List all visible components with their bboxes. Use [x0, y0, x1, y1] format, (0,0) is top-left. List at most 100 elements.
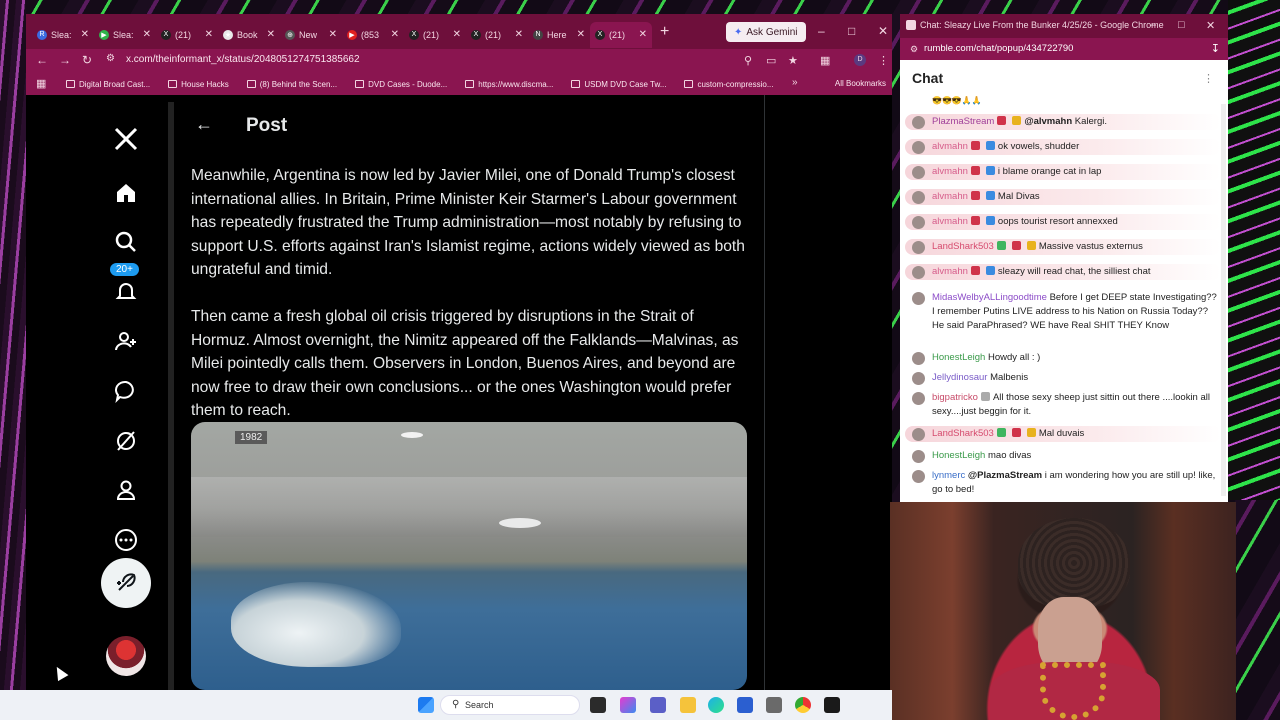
settings-app-icon[interactable]	[766, 697, 782, 713]
browser-tab[interactable]: X (21) ✕	[590, 21, 652, 48]
chat-minimize-icon[interactable]: –	[1150, 19, 1156, 31]
tab-close-icon[interactable]: ✕	[81, 29, 89, 40]
nav-scrollbar[interactable]	[168, 102, 174, 690]
reload-icon[interactable]: ↻	[82, 53, 92, 67]
obs-app-icon[interactable]	[824, 697, 840, 713]
chat-scrollbar[interactable]	[1221, 104, 1226, 496]
chat-username[interactable]: alvmahn	[932, 216, 968, 227]
browser-tab[interactable]: N Here ✕	[528, 22, 590, 48]
user-avatar[interactable]	[912, 392, 925, 405]
user-avatar[interactable]	[912, 450, 925, 463]
browser-tab[interactable]: X (21) ✕	[404, 22, 466, 48]
messages-icon[interactable]	[102, 371, 150, 411]
teams-icon[interactable]	[650, 697, 666, 713]
file-explorer-icon[interactable]	[680, 697, 696, 713]
site-info-icon[interactable]: ⚙	[910, 44, 918, 55]
bookmark-item[interactable]: House Hacks	[168, 80, 229, 89]
maximize-icon[interactable]: □	[848, 24, 855, 38]
user-avatar[interactable]	[912, 428, 925, 441]
chat-mention[interactable]: @PlazmaStream	[968, 470, 1042, 481]
browser-tab[interactable]: ▶ Slea: ✕	[94, 22, 156, 48]
tab-close-icon[interactable]: ✕	[453, 29, 461, 40]
user-avatar[interactable]	[912, 191, 925, 204]
close-icon[interactable]: ✕	[878, 24, 888, 38]
edge-icon[interactable]	[708, 697, 724, 713]
start-menu-icon[interactable]	[418, 697, 434, 713]
grok-icon[interactable]	[102, 421, 150, 461]
task-view-icon[interactable]	[590, 697, 606, 713]
chat-username[interactable]: Jellydinosaur	[932, 372, 987, 383]
taskbar-search[interactable]: Search	[440, 695, 580, 715]
tab-close-icon[interactable]: ✕	[577, 29, 585, 40]
user-avatar[interactable]	[912, 352, 925, 365]
chat-username[interactable]: HonestLeigh	[932, 352, 985, 363]
tab-close-icon[interactable]: ✕	[515, 29, 523, 40]
tab-close-icon[interactable]: ✕	[205, 29, 213, 40]
forward-arrow-icon[interactable]: →	[59, 53, 71, 67]
browser-tab[interactable]: R Slea: ✕	[32, 22, 94, 48]
chat-username[interactable]: LandShark503	[932, 428, 994, 439]
follow-people-icon[interactable]	[102, 321, 150, 361]
browser-tab[interactable]: X (21) ✕	[156, 22, 218, 48]
bookmark-item[interactable]: USDM DVD Case Tw...	[571, 80, 666, 89]
bookmark-item[interactable]: (8) Behind the Scen...	[246, 80, 337, 89]
browser-tab[interactable]: ⊕ New ✕	[280, 22, 342, 48]
url-field[interactable]: x.com/theinformant_x/status/204805127475…	[126, 54, 360, 65]
tab-close-icon[interactable]: ✕	[391, 29, 399, 40]
browser-tab[interactable]: X (21) ✕	[466, 22, 528, 48]
profile-icon[interactable]	[102, 470, 150, 510]
download-icon[interactable]: ↧	[1211, 42, 1220, 55]
chat-username[interactable]: bigpatricko	[932, 392, 978, 403]
chrome-icon[interactable]	[795, 697, 811, 713]
profile-avatar[interactable]: D	[854, 54, 866, 66]
zoom-icon[interactable]: ⚲	[744, 54, 752, 67]
search-icon[interactable]	[102, 222, 150, 262]
user-avatar[interactable]	[912, 216, 925, 229]
chat-username[interactable]: alvmahn	[932, 266, 968, 277]
bookmark-item[interactable]: Digital Broad Cast...	[66, 80, 150, 89]
bookmark-item[interactable]: https://www.discma...	[465, 80, 553, 89]
chat-username[interactable]: lynmerc	[932, 470, 965, 481]
user-avatar[interactable]	[912, 166, 925, 179]
compose-post-button[interactable]	[101, 558, 151, 608]
more-bookmarks-icon[interactable]: »	[792, 77, 798, 88]
back-arrow-icon[interactable]: ←	[36, 53, 48, 67]
chat-username[interactable]: PlazmaStream	[932, 116, 994, 127]
chat-mention[interactable]: @alvmahn	[1024, 116, 1072, 127]
user-avatar[interactable]	[912, 241, 925, 254]
extension-icon[interactable]: ▦	[820, 54, 830, 67]
chat-username[interactable]: LandShark503	[932, 241, 994, 252]
chat-username[interactable]: alvmahn	[932, 191, 968, 202]
more-options-icon[interactable]	[102, 520, 150, 560]
menu-kebab-icon[interactable]: ⋮	[878, 54, 889, 67]
copilot-icon[interactable]	[620, 697, 636, 713]
tab-close-icon[interactable]: ✕	[143, 29, 151, 40]
store-icon[interactable]	[737, 697, 753, 713]
cast-icon[interactable]: ▭	[766, 54, 776, 67]
user-avatar[interactable]	[912, 116, 925, 129]
chat-menu-icon[interactable]: ⋮	[1203, 72, 1214, 85]
all-bookmarks-link[interactable]: All Bookmarks	[835, 79, 886, 88]
apps-grid-icon[interactable]: ▦	[36, 77, 46, 90]
user-avatar[interactable]	[912, 266, 925, 279]
chat-url[interactable]: rumble.com/chat/popup/434722790	[900, 38, 1228, 60]
ask-gemini-button[interactable]: ✦ Ask Gemini	[726, 22, 806, 42]
browser-tab[interactable]: ★ Book ✕	[218, 22, 280, 48]
user-avatar[interactable]	[912, 292, 925, 305]
chat-username[interactable]: HonestLeigh	[932, 450, 985, 461]
new-tab-button[interactable]: +	[660, 23, 669, 41]
post-video[interactable]: 1982	[191, 422, 747, 690]
account-avatar[interactable]	[106, 636, 146, 676]
minimize-icon[interactable]: –	[818, 24, 825, 38]
chat-username[interactable]: alvmahn	[932, 141, 968, 152]
tab-close-icon[interactable]: ✕	[267, 29, 275, 40]
user-avatar[interactable]	[912, 372, 925, 385]
site-info-icon[interactable]: ⚙	[106, 53, 115, 64]
bookmark-item[interactable]: DVD Cases - Duode...	[355, 80, 447, 89]
chat-close-icon[interactable]: ✕	[1206, 19, 1215, 32]
tab-close-icon[interactable]: ✕	[329, 29, 337, 40]
user-avatar[interactable]	[912, 141, 925, 154]
chat-username[interactable]: alvmahn	[932, 166, 968, 177]
home-icon[interactable]	[102, 173, 150, 213]
tab-close-icon[interactable]: ✕	[639, 29, 647, 40]
